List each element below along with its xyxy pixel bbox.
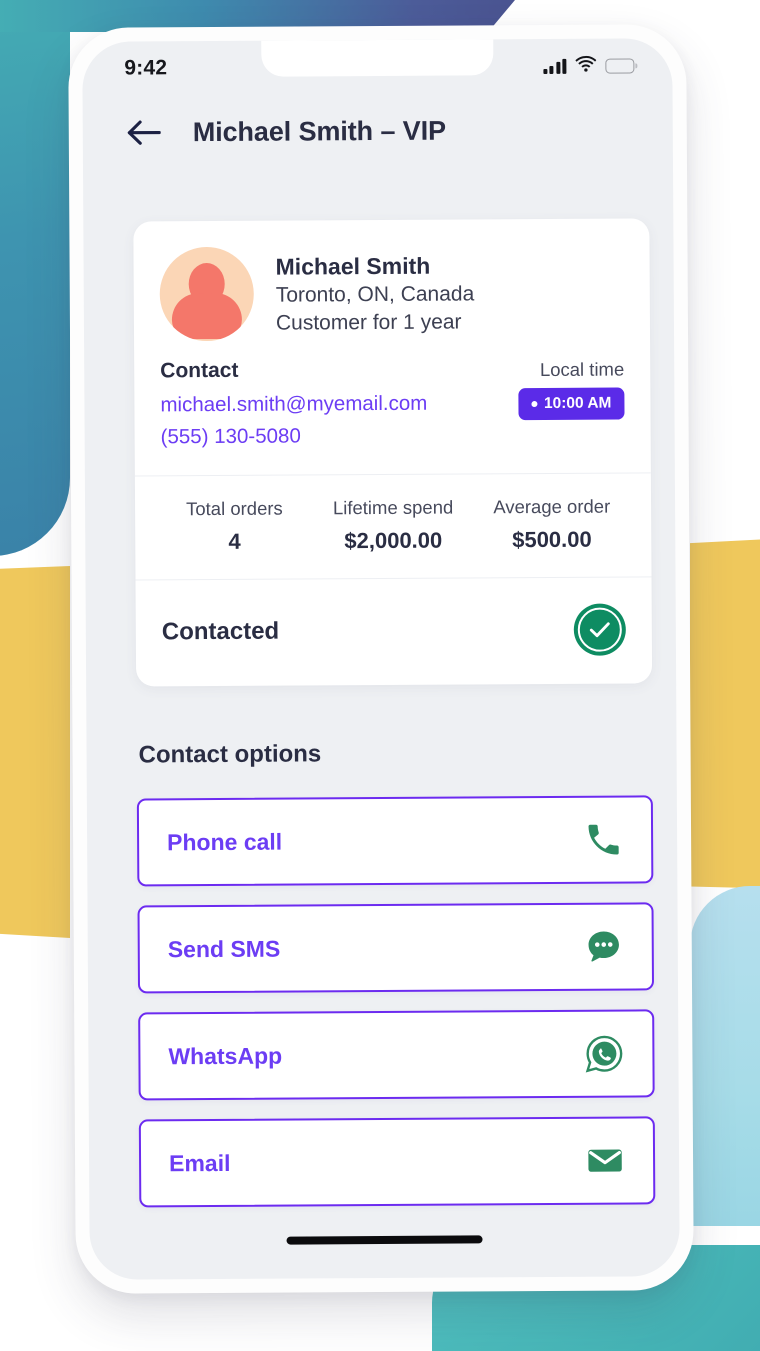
option-send-sms-button[interactable]: Send SMS (137, 902, 655, 994)
local-time-block: Local time 10:00 AM (517, 357, 625, 421)
option-label: Phone call (167, 828, 283, 855)
arrow-left-icon[interactable] (125, 118, 163, 148)
phone-frame: 9:42 Michael Smith – VIP Michael Smith T… (68, 24, 694, 1294)
user-avatar-icon (159, 246, 255, 342)
whatsapp-icon (582, 1032, 626, 1076)
phone-notch (261, 39, 494, 77)
battery-full-icon (605, 57, 635, 74)
stat-total-orders: Total orders 4 (155, 497, 314, 555)
stat-value: $500.00 (512, 526, 592, 552)
app-header: Michael Smith – VIP (83, 114, 673, 149)
page-title: Michael Smith – VIP (192, 115, 447, 148)
wifi-icon (575, 55, 597, 76)
stat-value: 4 (228, 528, 241, 554)
stat-lifetime-spend: Lifetime spend $2,000.00 (314, 496, 473, 554)
background-shape-teal-left (0, 0, 70, 556)
background-shape-yellow-left (0, 566, 70, 938)
home-indicator-bar[interactable] (286, 1235, 483, 1245)
customer-name: Michael Smith (275, 252, 431, 280)
stat-label: Total orders (186, 497, 283, 519)
customer-stats-row: Total orders 4 Lifetime spend $2,000.00 … (134, 471, 652, 581)
identity-text: Michael Smith Toronto, ON, Canada Custom… (275, 245, 475, 337)
stat-value: $2,000.00 (344, 527, 443, 553)
status-bar-icons (542, 55, 635, 77)
local-time-value: 10:00 AM (543, 394, 612, 412)
option-label: Send SMS (167, 935, 281, 962)
option-phone-call-button[interactable]: Phone call (136, 795, 654, 887)
contact-options-list: Phone call Send SMS WhatsApp Email (136, 795, 656, 1208)
option-email-button[interactable]: Email (138, 1116, 656, 1208)
contact-block: Contact michael.smith@myemail.com (555) … (160, 357, 625, 453)
stat-average-order: Average order $500.00 (472, 495, 631, 553)
phone-icon (581, 818, 625, 862)
profile-top-section: Michael Smith Toronto, ON, Canada Custom… (133, 218, 651, 475)
cellular-signal-icon (542, 58, 567, 74)
status-dot-icon (530, 401, 537, 408)
message-bubble-icon (582, 925, 626, 969)
phone-screen: 9:42 Michael Smith – VIP Michael Smith T… (82, 38, 680, 1280)
customer-email-link[interactable]: michael.smith@myemail.com (160, 388, 427, 421)
background-shape-blue-right (690, 886, 760, 1226)
customer-location: Toronto, ON, Canada (275, 282, 475, 308)
screenshot-stage: 9:42 Michael Smith – VIP Michael Smith T… (0, 0, 760, 1351)
stat-label: Lifetime spend (332, 496, 454, 518)
stat-label: Average order (493, 495, 611, 517)
option-label: WhatsApp (168, 1042, 283, 1069)
contact-details: Contact michael.smith@myemail.com (555) … (160, 358, 427, 453)
check-circle-icon[interactable] (573, 603, 626, 656)
option-whatsapp-button[interactable]: WhatsApp (138, 1009, 655, 1101)
customer-phone-link[interactable]: (555) 130-5080 (161, 419, 428, 452)
contacted-status-row: Contacted (136, 577, 653, 686)
customer-tenure: Customer for 1 year (275, 310, 462, 335)
status-bar-time: 9:42 (124, 56, 168, 80)
local-time-label: Local time (539, 358, 625, 381)
local-time-badge[interactable]: 10:00 AM (517, 387, 625, 421)
customer-profile-card: Michael Smith Toronto, ON, Canada Custom… (133, 218, 653, 687)
envelope-icon (583, 1139, 627, 1183)
background-shape-yellow-right (690, 536, 760, 890)
status-badge: Contacted (161, 617, 280, 645)
option-label: Email (168, 1149, 231, 1176)
contact-options-title: Contact options (138, 740, 322, 769)
contact-section-label: Contact (160, 358, 239, 383)
identity-row: Michael Smith Toronto, ON, Canada Custom… (159, 245, 624, 342)
